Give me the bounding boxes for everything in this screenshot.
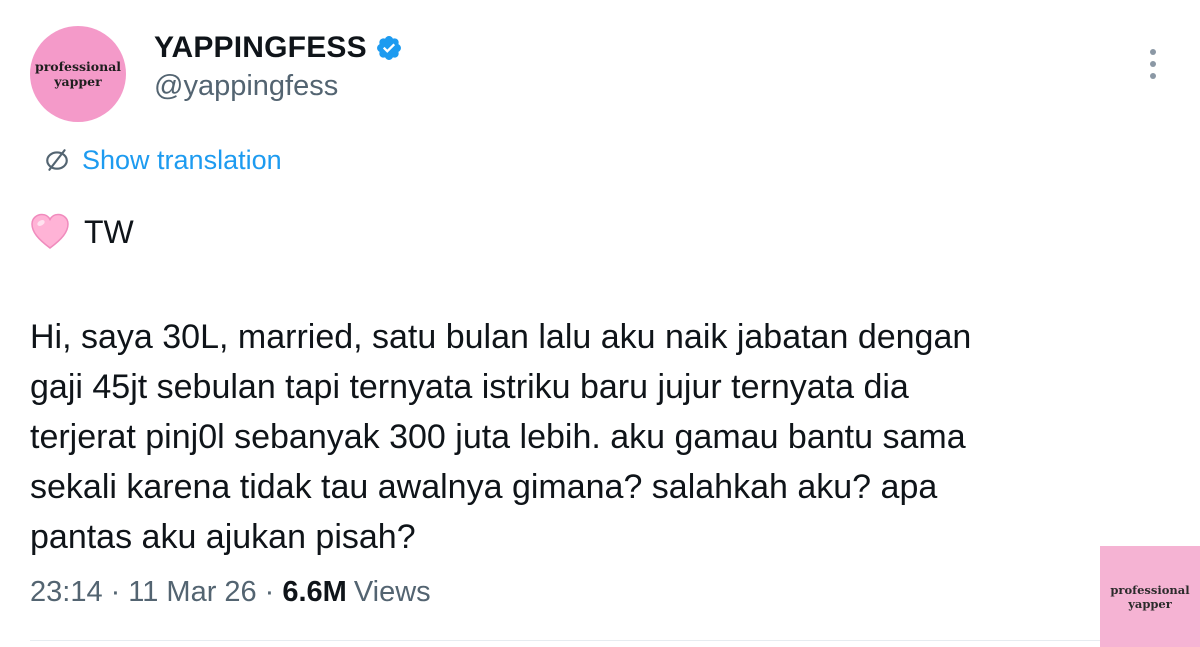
tweet-body-line: terjerat pinj0l sebanyak 300 juta lebih.… [30,418,966,456]
watermark-line2: yapper [1128,596,1172,611]
translate-icon [46,149,68,171]
more-dot [1150,61,1156,67]
more-dot [1150,49,1156,55]
pink-heart-icon [31,213,69,249]
avatar[interactable]: professional yapper [30,26,126,122]
tweet-body: Hi, saya 30L, married, satu bulan lalu a… [30,312,1120,562]
tweet-body-line: sekali karena tidak tau awalnya gimana? … [30,468,938,506]
tweet-body-line: Hi, saya 30L, married, satu bulan lalu a… [30,318,972,356]
tweet-tag-row: TW [30,210,134,254]
tweet-time[interactable]: 23:14 [30,576,103,609]
display-name[interactable]: YAPPINGFESS [154,31,367,65]
verified-badge-icon [376,36,401,60]
show-translation-label: Show translation [82,144,282,175]
more-options-button[interactable] [1140,44,1166,84]
views-label: Views [353,575,431,608]
watermark: professional yapper [1100,546,1200,647]
avatar-text-line2: yapper [54,74,102,89]
meta-separator: · [110,575,121,608]
more-dot [1150,73,1156,79]
avatar-text-line1: professional [34,59,122,74]
author-name-row: YAPPINGFESS [154,30,403,66]
views-count: 6.6M [282,575,347,608]
tweet-body-line: gaji 45jt sebulan tapi ternyata istriku … [30,368,909,406]
tweet-tag-text: TW [84,213,134,250]
author-handle[interactable]: @yappingfess [154,70,338,103]
meta-separator: · [264,575,275,608]
show-translation-link[interactable]: Show translation [44,143,282,177]
tweet-meta: 23:14 · 11 Mar 26 · 6.6M Views [30,572,431,612]
divider [30,640,1100,641]
tweet-date[interactable]: 11 Mar 26 [128,576,256,609]
watermark-line1: professional [1110,582,1190,597]
tweet-body-line: pantas aku ajukan pisah? [30,518,416,556]
